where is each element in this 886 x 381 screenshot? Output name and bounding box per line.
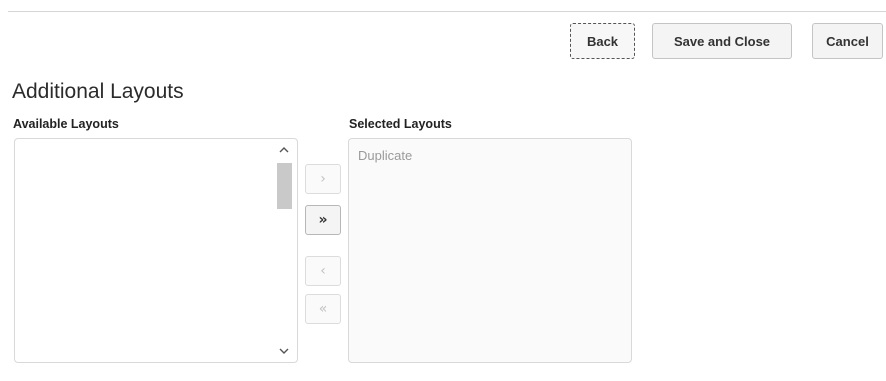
scroll-thumb[interactable] — [277, 163, 292, 209]
available-layouts-list[interactable] — [14, 138, 298, 363]
section-title: Additional Layouts — [12, 80, 184, 103]
move-all-left-button[interactable]: « — [305, 294, 341, 324]
available-layouts-label: Available Layouts — [13, 117, 119, 131]
selected-layouts-list[interactable]: Duplicate — [348, 138, 632, 363]
cancel-button[interactable]: Cancel — [812, 23, 883, 59]
available-list-scrollbar[interactable] — [275, 141, 293, 360]
save-and-close-button[interactable]: Save and Close — [652, 23, 792, 59]
move-left-button[interactable]: ‹ — [305, 256, 341, 286]
list-item[interactable]: Duplicate — [358, 148, 412, 163]
additional-layouts-page: Back Save and Close Cancel Additional La… — [0, 0, 886, 381]
selected-layouts-label: Selected Layouts — [349, 117, 452, 131]
back-button[interactable]: Back — [570, 23, 635, 59]
move-right-button[interactable]: › — [305, 164, 341, 194]
move-all-right-button[interactable]: » — [305, 205, 341, 235]
scroll-up-icon[interactable] — [275, 141, 293, 159]
top-divider — [8, 11, 886, 12]
scroll-down-icon[interactable] — [275, 342, 293, 360]
